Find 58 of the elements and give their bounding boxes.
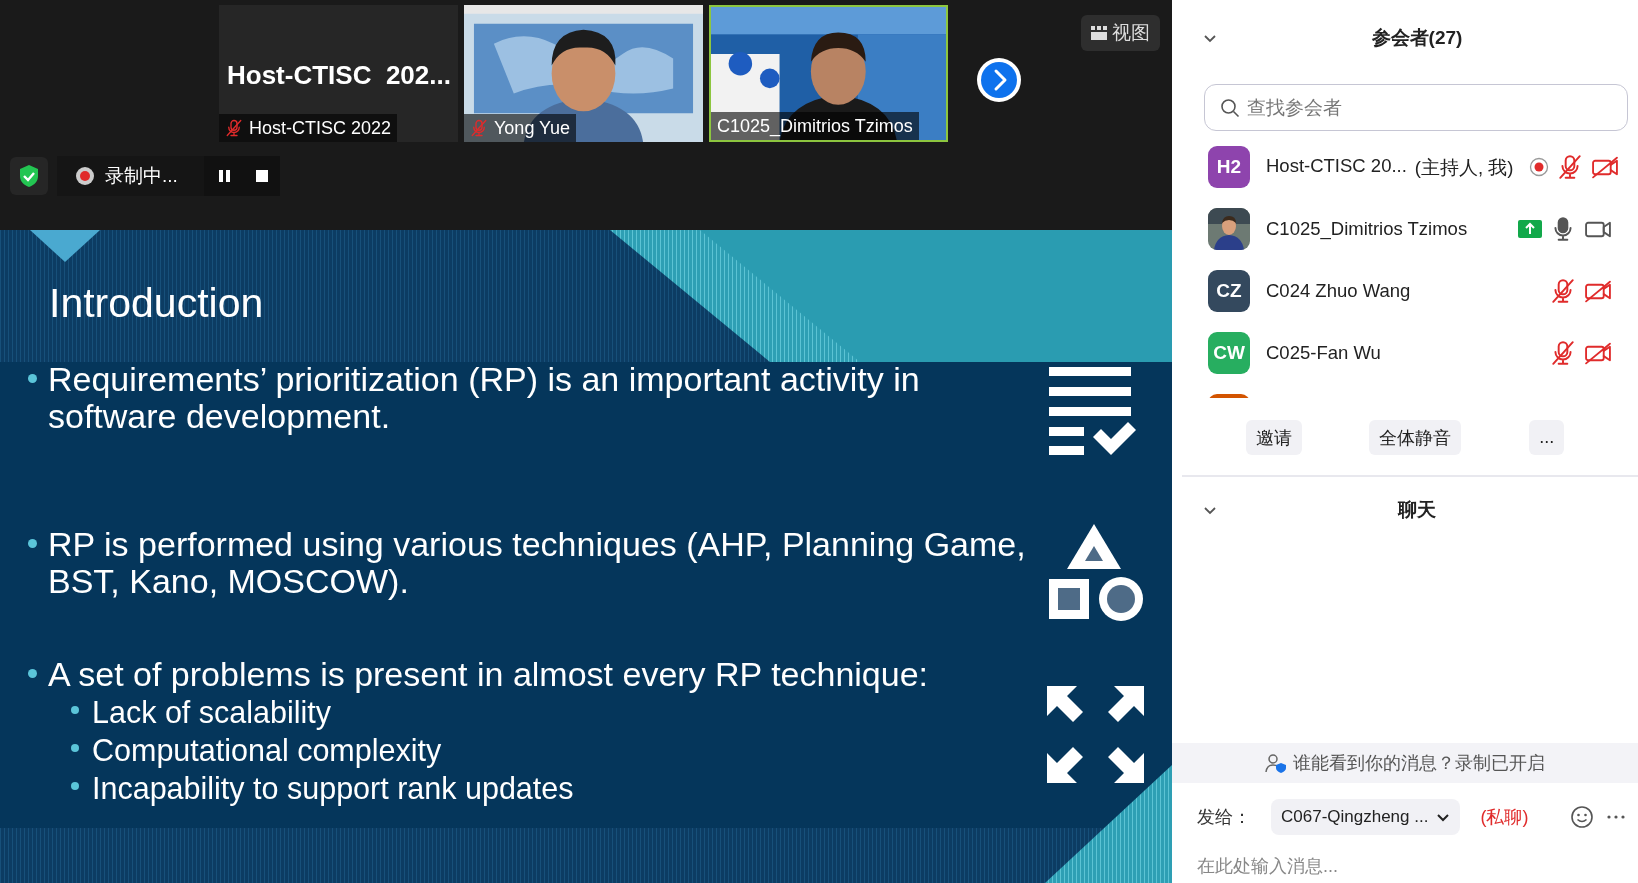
avatar: CW bbox=[1208, 332, 1250, 374]
chat-notice: 谁能看到你的消息？录制已开启 bbox=[1293, 752, 1545, 775]
participant-name: C1025_Dimitrios Tzimos bbox=[717, 115, 913, 137]
security-button[interactable] bbox=[10, 157, 48, 195]
video-tile[interactable]: Host-CTISC 202... Host-CTISC 2022 bbox=[219, 5, 458, 142]
recording-status: 录制中... bbox=[105, 164, 178, 188]
bullet-text: RP is performed using various techniques (AHP, Planning Game, BST, Kano, MOSCOW). bbox=[48, 526, 1027, 600]
video-off-icon[interactable] bbox=[1591, 154, 1620, 180]
muted-mic-icon[interactable] bbox=[1550, 340, 1576, 366]
bullet-dot bbox=[28, 374, 37, 383]
panel-title: 参会者(27) bbox=[1370, 26, 1463, 50]
checklist-icon bbox=[1049, 367, 1137, 455]
slide-title: Introduction bbox=[49, 280, 264, 327]
shield-icon bbox=[18, 164, 40, 188]
panel-button[interactable]: ... bbox=[1529, 420, 1565, 455]
participant-name: C025-Fan Wu bbox=[1266, 342, 1381, 364]
bullet-text: Incapability to support rank updates bbox=[92, 770, 574, 807]
bullet-dot bbox=[71, 744, 79, 752]
participant-name: C024 Zhuo Wang bbox=[1266, 280, 1411, 302]
panel-title: 聊天 bbox=[1396, 498, 1436, 522]
search-field[interactable]: 查找参会者 bbox=[1204, 84, 1628, 131]
muted-mic-icon[interactable] bbox=[1550, 278, 1576, 304]
video-off-icon[interactable] bbox=[1584, 278, 1612, 304]
bullet-text: Computational complexity bbox=[92, 732, 442, 769]
emoji-icon[interactable] bbox=[1570, 805, 1594, 829]
person-shield-icon bbox=[1265, 753, 1287, 773]
video-off-icon[interactable] bbox=[1584, 340, 1612, 366]
private-chat-label: (私聊) bbox=[1480, 806, 1529, 829]
bullet-dot bbox=[28, 539, 37, 548]
video-tile[interactable]: Yong Yue bbox=[464, 5, 703, 142]
avatar: CZ bbox=[1208, 270, 1250, 312]
search-icon bbox=[1220, 98, 1240, 118]
panel-button[interactable]: 邀请 bbox=[1245, 420, 1302, 455]
bullet-dot bbox=[71, 706, 79, 714]
participant-name: Host-CTISC 202... bbox=[227, 60, 451, 91]
bullet-dot bbox=[71, 782, 79, 790]
video-tile[interactable]: C1025_Dimitrios Tzimos bbox=[709, 5, 948, 142]
participant-name: C1025_Dimitrios Tzimos bbox=[1266, 218, 1468, 240]
send-to-label: 发给： bbox=[1197, 806, 1251, 829]
muted-mic-icon[interactable] bbox=[1557, 154, 1584, 180]
next-page-button[interactable] bbox=[976, 57, 1022, 103]
bullet-text: Lack of scalability bbox=[92, 694, 332, 731]
view-button[interactable]: 视图 bbox=[1081, 15, 1160, 51]
participant-role: (主持人, 我) bbox=[1414, 155, 1514, 180]
bullet-text: Requirements’ prioritization (RP) is an important activity in software development. bbox=[48, 361, 921, 435]
grid-icon bbox=[1091, 26, 1107, 40]
recipient-dropdown[interactable]: C067-Qingzheng ... bbox=[1271, 799, 1461, 835]
panel-button[interactable]: 全体静音 bbox=[1369, 420, 1462, 455]
triangle-decoration bbox=[30, 230, 100, 262]
bullet-text: A set of problems is present in almost every RP technique: bbox=[48, 656, 930, 693]
arrows-icon bbox=[1047, 686, 1145, 784]
avatar: H2 bbox=[1208, 146, 1250, 188]
participant-name: Host-CTISC 2022 bbox=[249, 117, 392, 139]
recording-icon bbox=[75, 166, 95, 186]
participant-name: Yong Yue bbox=[494, 117, 571, 139]
participant-name: Host-CTISC 20... bbox=[1266, 154, 1407, 178]
bullet-dot bbox=[28, 669, 37, 678]
more-icon[interactable] bbox=[1606, 814, 1626, 820]
